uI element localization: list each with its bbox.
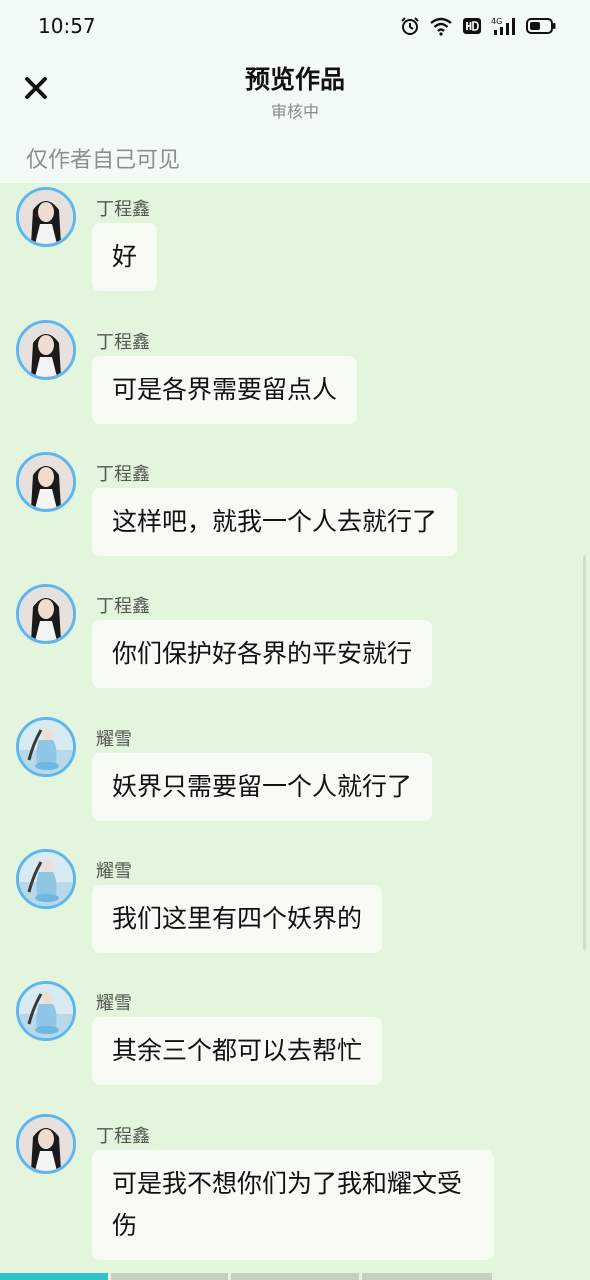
visibility-note: 仅作者自己可见 bbox=[26, 148, 181, 173]
progress-segment bbox=[111, 1273, 228, 1280]
scrollbar[interactable] bbox=[583, 555, 586, 950]
ding-avatar[interactable] bbox=[16, 1114, 76, 1174]
wifi-icon bbox=[430, 17, 452, 36]
page-title: 预览作品 bbox=[244, 65, 345, 94]
message-bubble[interactable]: 我们这里有四个妖界的 bbox=[92, 885, 383, 953]
sender-name: 耀雪 bbox=[96, 861, 132, 882]
message-bubble[interactable]: 可是我不想你们为了我和耀文受伤 bbox=[92, 1150, 494, 1260]
message-bubble[interactable]: 你们保护好各界的平安就行 bbox=[92, 620, 433, 688]
ding-avatar[interactable] bbox=[16, 320, 76, 380]
sender-name: 丁程鑫 bbox=[96, 596, 150, 617]
sender-name: 丁程鑫 bbox=[96, 199, 150, 220]
hd-icon bbox=[463, 18, 481, 34]
top-bar: 10:57 4G 预览作品 审核中 仅作者自己可见 bbox=[0, 0, 590, 183]
review-status: 审核中 bbox=[270, 102, 319, 121]
yaoxue-avatar[interactable] bbox=[16, 717, 76, 777]
story-progress bbox=[0, 1273, 590, 1280]
progress-segment bbox=[0, 1273, 108, 1280]
progress-segment bbox=[231, 1273, 359, 1280]
sender-name: 丁程鑫 bbox=[96, 1126, 150, 1147]
message-bubble[interactable]: 可是各界需要留点人 bbox=[92, 356, 358, 424]
message-bubble[interactable]: 这样吧，就我一个人去就行了 bbox=[92, 488, 458, 556]
signal-4g-icon: 4G bbox=[491, 17, 515, 35]
svg-text:4G: 4G bbox=[491, 17, 502, 26]
message-bubble[interactable]: 妖界只需要留一个人就行了 bbox=[92, 753, 433, 821]
sender-name: 耀雪 bbox=[96, 993, 132, 1014]
chat-list[interactable]: 丁程鑫 好 丁程鑫 可是各界需要留点人 丁程鑫 这样吧，就我一个人去就行了 丁程… bbox=[0, 183, 590, 1273]
ding-avatar[interactable] bbox=[16, 584, 76, 644]
sender-name: 耀雪 bbox=[96, 729, 132, 750]
sender-name: 丁程鑫 bbox=[96, 464, 150, 485]
ding-avatar[interactable] bbox=[16, 452, 76, 512]
status-bar: 10:57 4G bbox=[0, 0, 590, 52]
yaoxue-avatar[interactable] bbox=[16, 849, 76, 909]
message-bubble[interactable]: 其余三个都可以去帮忙 bbox=[92, 1017, 383, 1085]
message-bubble[interactable]: 好 bbox=[92, 223, 158, 291]
alarm-icon bbox=[401, 17, 419, 35]
ding-avatar[interactable] bbox=[16, 187, 76, 247]
status-time: 10:57 bbox=[38, 14, 96, 38]
yaoxue-avatar[interactable] bbox=[16, 981, 76, 1041]
sender-name: 丁程鑫 bbox=[96, 332, 150, 353]
status-icons: 4G bbox=[400, 14, 556, 38]
progress-segment bbox=[362, 1273, 492, 1280]
battery-icon bbox=[526, 18, 556, 34]
